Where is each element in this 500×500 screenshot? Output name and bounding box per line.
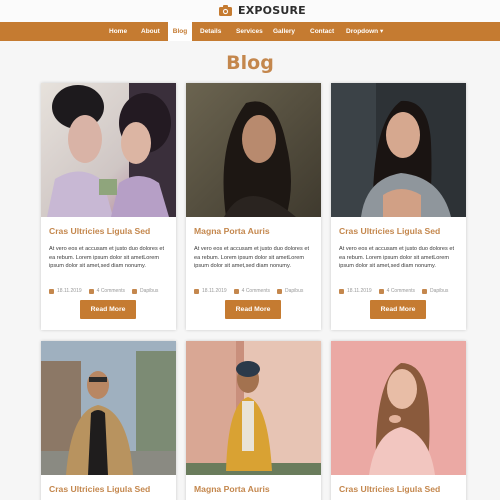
user-icon [132,288,137,294]
blog-card: Cras Ultricies Ligula Sed [331,341,466,500]
nav-item-about[interactable]: About [141,22,160,41]
post-date: 18.11.2019 [202,288,227,294]
blog-card: Cras Ultricies Ligula Sed At vero eos et… [331,83,466,330]
read-more-button[interactable]: Read More [370,300,426,319]
post-image[interactable] [41,341,176,475]
user-icon [422,288,427,294]
nav-item-dropdown[interactable]: Dropdown ▾ [346,22,383,41]
post-date: 18.11.2019 [57,288,82,294]
post-title[interactable]: Cras Ultricies Ligula Sed [339,484,440,494]
post-meta: 18.11.2019 4 Comments Dapibus [339,288,448,294]
nav-item-blog[interactable]: Blog [168,20,192,41]
camera-icon [219,5,232,16]
page-title: Blog [226,52,274,74]
post-comments[interactable]: 4 Comments [242,288,270,294]
post-excerpt: At vero eos et accusam et justo duo dolo… [49,246,165,270]
post-title[interactable]: Cras Ultricies Ligula Sed [339,226,440,236]
post-image[interactable] [331,341,466,475]
post-comments[interactable]: 4 Comments [387,288,415,294]
brand-logo[interactable]: EXPOSURE [219,4,306,17]
blog-card: Magna Porta Auris At vero eos et accusam… [186,83,321,330]
user-icon [277,288,282,294]
brand-name: EXPOSURE [238,4,306,17]
post-meta: 18.11.2019 4 Comments Dapibus [49,288,158,294]
post-title[interactable]: Cras Ultricies Ligula Sed [49,226,150,236]
calendar-icon [49,288,54,294]
comment-icon [88,288,94,294]
calendar-icon [194,288,199,294]
blog-card: Magna Porta Auris [186,341,321,500]
site-header: EXPOSURE [0,0,500,22]
post-comments[interactable]: 4 Comments [97,288,125,294]
main-nav: Home About Blog Details Services Gallery… [0,20,500,41]
read-more-button[interactable]: Read More [80,300,136,319]
post-image[interactable] [186,341,321,475]
post-date: 18.11.2019 [347,288,372,294]
post-image[interactable] [41,83,176,217]
post-title[interactable]: Cras Ultricies Ligula Sed [49,484,150,494]
post-image[interactable] [186,83,321,217]
blog-card: Cras Ultricies Ligula Sed At vero eos et… [41,83,176,330]
post-title[interactable]: Magna Porta Auris [194,484,270,494]
post-title[interactable]: Magna Porta Auris [194,226,270,236]
post-author[interactable]: Dapibus [285,288,303,294]
nav-item-gallery[interactable]: Gallery [273,22,295,41]
nav-item-services[interactable]: Services [236,22,263,41]
read-more-button[interactable]: Read More [225,300,281,319]
post-author[interactable]: Dapibus [140,288,158,294]
comment-icon [378,288,384,294]
calendar-icon [339,288,344,294]
post-image[interactable] [331,83,466,217]
nav-item-details[interactable]: Details [200,22,221,41]
post-excerpt: At vero eos et accusam et justo duo dolo… [194,246,310,270]
nav-item-contact[interactable]: Contact [310,22,334,41]
post-excerpt: At vero eos et accusam et justo duo dolo… [339,246,455,270]
comment-icon [233,288,239,294]
blog-card: Cras Ultricies Ligula Sed [41,341,176,500]
nav-item-home[interactable]: Home [109,22,127,41]
post-meta: 18.11.2019 4 Comments Dapibus [194,288,303,294]
post-author[interactable]: Dapibus [430,288,448,294]
